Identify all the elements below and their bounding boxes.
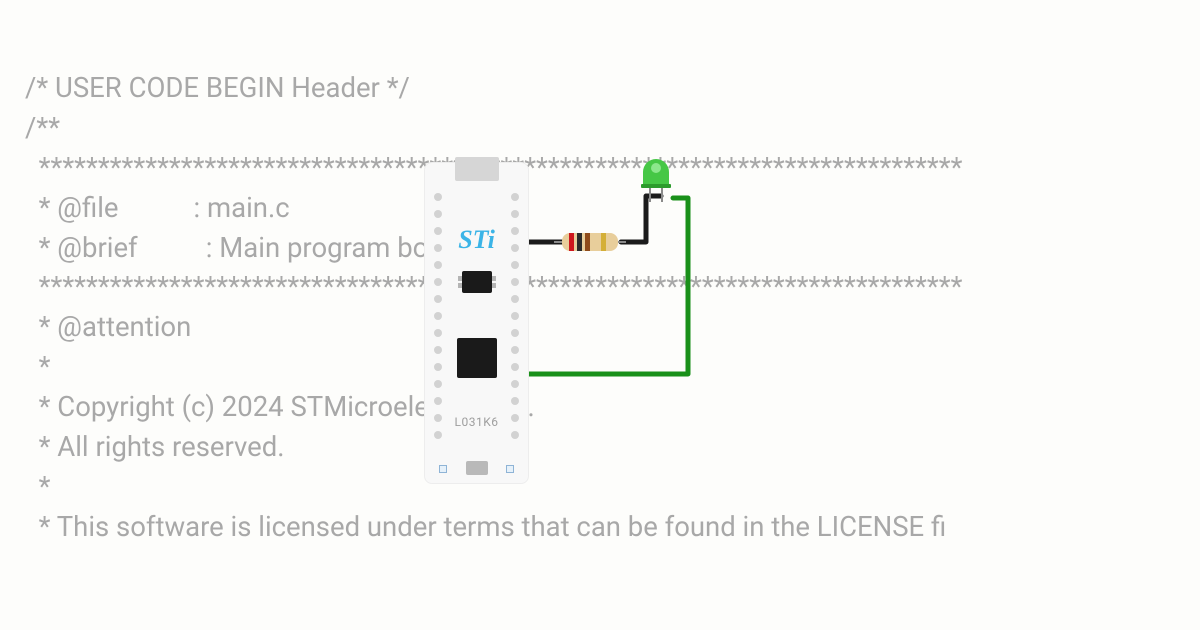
pin-right-13 — [511, 414, 519, 422]
debug-led-right — [506, 465, 514, 473]
usb-connector — [455, 157, 499, 181]
pin-left-14 — [434, 431, 442, 439]
board-model-label: L031K6 — [455, 415, 499, 429]
debug-led-left — [439, 465, 447, 473]
voltage-regulator-chip — [462, 271, 492, 293]
resistor-band-2 — [577, 233, 582, 251]
resistor — [555, 231, 625, 253]
pin-right-11 — [511, 380, 519, 388]
resistor-band-1 — [569, 233, 574, 251]
pin-right-9 — [511, 346, 519, 354]
pin-right-14 — [511, 431, 519, 439]
pin-right-7 — [511, 312, 519, 320]
pin-right-1 — [511, 210, 519, 218]
resistor-lead-right — [618, 241, 626, 243]
resistor-lead-left — [554, 241, 562, 243]
mcu-chip — [457, 338, 497, 378]
led-component — [638, 156, 674, 208]
pin-right-2 — [511, 227, 519, 235]
pin-right-8 — [511, 329, 519, 337]
pin-left-11 — [434, 380, 442, 388]
pin-left-12 — [434, 397, 442, 405]
wire-led-to-gnd — [515, 194, 695, 384]
pin-left-10 — [434, 363, 442, 371]
pin-left-0 — [434, 193, 442, 201]
pin-left-9 — [434, 346, 442, 354]
pin-right-5 — [511, 278, 519, 286]
pin-right-6 — [511, 295, 519, 303]
pin-left-1 — [434, 210, 442, 218]
st-logo: STi — [458, 225, 495, 255]
pin-right-3 — [511, 244, 519, 252]
pin-left-3 — [434, 244, 442, 252]
pin-right-10 — [511, 363, 519, 371]
pin-right-0 — [511, 193, 519, 201]
reset-button — [466, 461, 488, 475]
pin-right-12 — [511, 397, 519, 405]
resistor-band-4 — [601, 233, 606, 251]
pin-left-6 — [434, 295, 442, 303]
pin-left-2 — [434, 227, 442, 235]
pin-left-5 — [434, 278, 442, 286]
pin-left-8 — [434, 329, 442, 337]
nucleo-board: STi L031K6 — [424, 162, 529, 484]
resistor-band-3 — [585, 233, 590, 251]
pin-left-7 — [434, 312, 442, 320]
pin-left-4 — [434, 261, 442, 269]
circuit-diagram: STi L031K6 — [0, 0, 1200, 630]
pin-left-13 — [434, 414, 442, 422]
pin-right-4 — [511, 261, 519, 269]
